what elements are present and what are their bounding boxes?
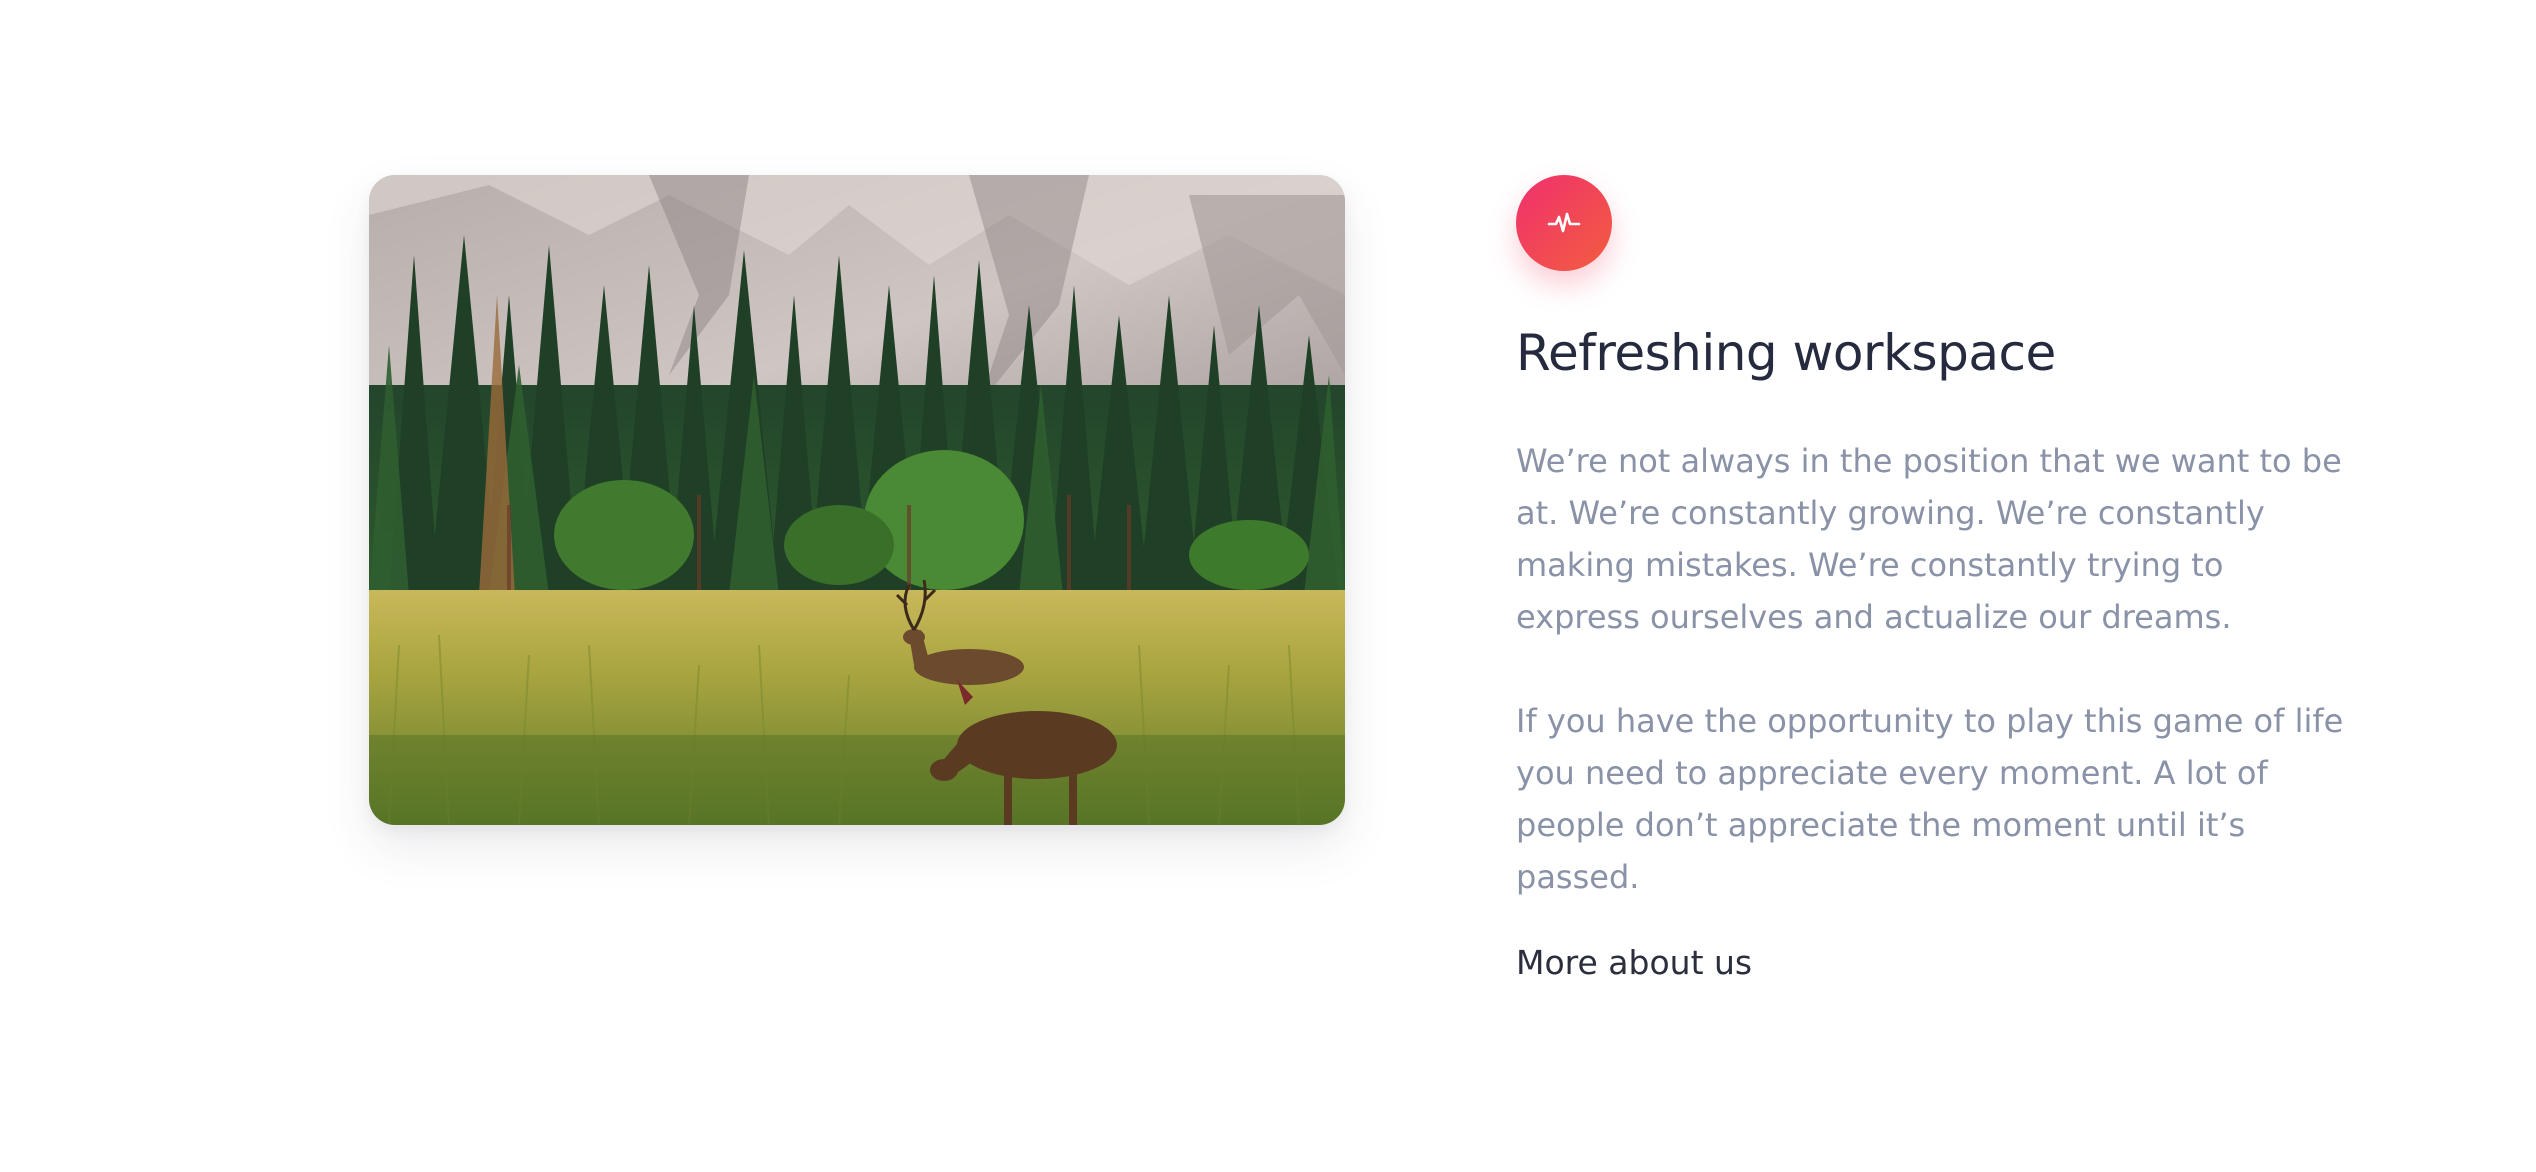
feature-image bbox=[369, 175, 1345, 825]
feature-title: Refreshing workspace bbox=[1516, 324, 2056, 382]
feature-paragraph-2: If you have the opportunity to play this… bbox=[1516, 702, 2344, 896]
feature-section: Refreshing workspace We’re not always in… bbox=[0, 0, 2536, 1172]
feature-content: Refreshing workspace We’re not always in… bbox=[1516, 175, 2356, 982]
more-about-us-link[interactable]: More about us bbox=[1516, 943, 1752, 982]
pulse-icon bbox=[1516, 175, 1612, 271]
feature-paragraph-1: We’re not always in the position that we… bbox=[1516, 442, 2342, 636]
